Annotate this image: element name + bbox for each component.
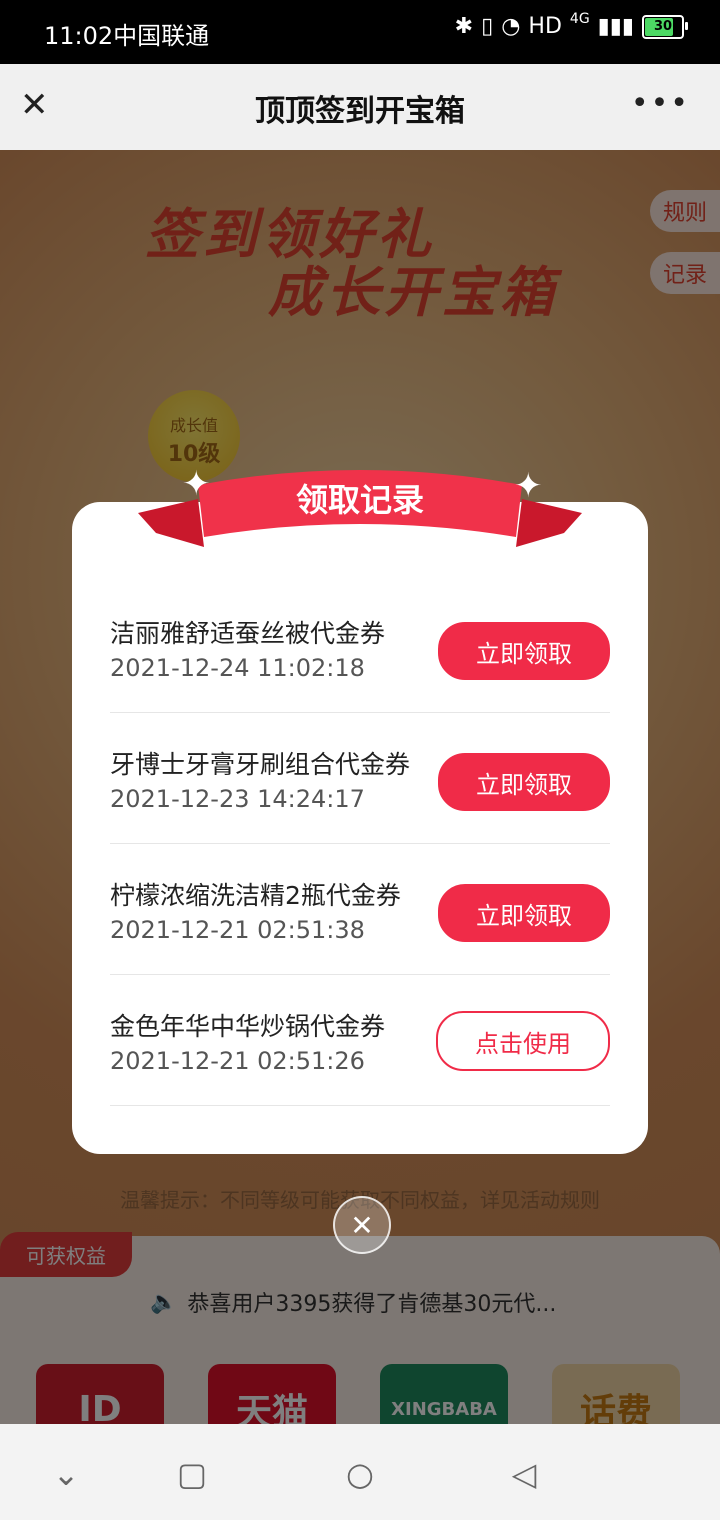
recent-apps-icon[interactable]: ▢ xyxy=(172,1454,212,1494)
status-bar: 11:02中国联通 ✱ ▯ ◔ HD 4G ▮▮▮ 30 xyxy=(0,0,720,64)
record-time: 2021-12-23 14:24:17 xyxy=(110,785,365,813)
more-icon[interactable]: ••• xyxy=(631,86,690,121)
dialog-title: 领取记录 xyxy=(295,481,424,519)
record-name: 牙博士牙膏牙刷组合代金券 xyxy=(110,750,411,779)
claim-button[interactable]: 立即领取 xyxy=(438,753,610,811)
dialog-ribbon: ✦ ✦ 领取记录 xyxy=(138,455,582,565)
top-navbar: ✕ 顶顶签到开宝箱 ••• xyxy=(0,64,720,150)
records-dialog: 洁丽雅舒适蚕丝被代金券 2021-12-24 11:02:18 立即领取 牙博士… xyxy=(72,502,648,1154)
signal-icon: ▮▮▮ xyxy=(597,14,634,39)
status-time-carrier: 11:02中国联通 xyxy=(44,22,210,50)
collapse-icon[interactable]: ⌄ xyxy=(46,1454,86,1494)
vibrate-icon: ▯ xyxy=(481,14,494,39)
battery-icon: 30 xyxy=(642,14,688,39)
record-row: 金色年华中华炒锅代金券 2021-12-21 02:51:26 点击使用 xyxy=(110,975,610,1106)
status-icons: ✱ ▯ ◔ HD 4G ▮▮▮ 30 xyxy=(454,10,688,39)
hd-label: HD xyxy=(528,14,562,39)
bluetooth-icon: ✱ xyxy=(454,14,474,39)
records-list: 洁丽雅舒适蚕丝被代金券 2021-12-24 11:02:18 立即领取 牙博士… xyxy=(110,582,610,1106)
dialog-close-button[interactable]: ✕ xyxy=(333,1196,391,1254)
record-name: 柠檬浓缩洗洁精2瓶代金券 xyxy=(110,881,401,910)
use-button[interactable]: 点击使用 xyxy=(436,1011,610,1071)
record-time: 2021-12-21 02:51:38 xyxy=(110,916,365,944)
record-name: 金色年华中华炒锅代金券 xyxy=(110,1012,386,1041)
record-name: 洁丽雅舒适蚕丝被代金券 xyxy=(110,619,386,648)
network-label: 4G xyxy=(569,10,590,27)
page-title: 顶顶签到开宝箱 xyxy=(255,94,465,129)
claim-button[interactable]: 立即领取 xyxy=(438,622,610,680)
back-icon[interactable]: ◁ xyxy=(504,1454,544,1494)
wifi-icon: ◔ xyxy=(501,14,521,39)
record-time: 2021-12-21 02:51:26 xyxy=(110,1047,365,1075)
battery-level: 30 xyxy=(653,19,673,34)
record-time: 2021-12-24 11:02:18 xyxy=(110,654,365,682)
system-nav-bar: ⌄ ▢ ○ ◁ xyxy=(0,1424,720,1520)
claim-button[interactable]: 立即领取 xyxy=(438,884,610,942)
record-row: 柠檬浓缩洗洁精2瓶代金券 2021-12-21 02:51:38 立即领取 xyxy=(110,844,610,975)
record-row: 洁丽雅舒适蚕丝被代金券 2021-12-24 11:02:18 立即领取 xyxy=(110,582,610,713)
record-row: 牙博士牙膏牙刷组合代金券 2021-12-23 14:24:17 立即领取 xyxy=(110,713,610,844)
home-icon[interactable]: ○ xyxy=(340,1454,380,1494)
